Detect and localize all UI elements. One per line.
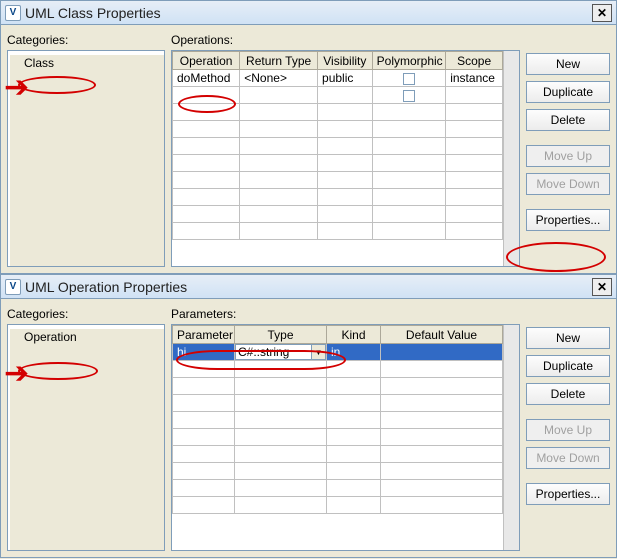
properties-button[interactable]: Properties... bbox=[526, 483, 610, 505]
dialog-uml-class-properties: V UML Class Properties ✕ Categories: Cla… bbox=[0, 0, 617, 274]
col-visibility[interactable]: Visibility bbox=[318, 52, 373, 70]
parameters-grid[interactable]: Parameter Type Kind Default Value bbox=[172, 325, 503, 514]
operations-label: Operations: bbox=[171, 33, 520, 47]
delete-button[interactable]: Delete bbox=[526, 383, 610, 405]
table-row[interactable] bbox=[173, 412, 503, 429]
new-button[interactable]: New bbox=[526, 327, 610, 349]
table-row[interactable] bbox=[173, 497, 503, 514]
dialog-title: UML Class Properties bbox=[25, 5, 161, 21]
table-row[interactable] bbox=[173, 104, 503, 121]
title-bar: V UML Class Properties ✕ bbox=[1, 1, 616, 25]
move-down-button[interactable]: Move Down bbox=[526, 173, 610, 195]
col-scope[interactable]: Scope bbox=[446, 52, 503, 70]
checkbox-icon[interactable] bbox=[403, 90, 415, 102]
table-row[interactable] bbox=[173, 189, 503, 206]
table-row[interactable] bbox=[173, 429, 503, 446]
col-parameter[interactable]: Parameter bbox=[173, 326, 235, 344]
combo-value: C#::string bbox=[236, 345, 311, 359]
operations-grid[interactable]: Operation Return Type Visibility Polymor… bbox=[172, 51, 503, 240]
duplicate-button[interactable]: Duplicate bbox=[526, 355, 610, 377]
table-row[interactable] bbox=[173, 206, 503, 223]
new-button[interactable]: New bbox=[526, 53, 610, 75]
table-row[interactable] bbox=[173, 378, 503, 395]
table-row[interactable] bbox=[173, 446, 503, 463]
col-default-value[interactable]: Default Value bbox=[381, 326, 503, 344]
categories-tree[interactable]: Operation Specification Method Parameter… bbox=[7, 324, 165, 551]
col-kind[interactable]: Kind bbox=[327, 326, 381, 344]
delete-button[interactable]: Delete bbox=[526, 109, 610, 131]
properties-button[interactable]: Properties... bbox=[526, 209, 610, 231]
col-operation[interactable]: Operation bbox=[173, 52, 240, 70]
table-row[interactable] bbox=[173, 172, 503, 189]
table-row[interactable] bbox=[173, 361, 503, 378]
close-icon: ✕ bbox=[597, 6, 607, 20]
cell-kind[interactable]: in bbox=[327, 344, 381, 361]
vertical-scrollbar[interactable] bbox=[503, 325, 519, 550]
close-button[interactable]: ✕ bbox=[592, 278, 612, 296]
cell-type[interactable]: C#::string ▼ bbox=[235, 344, 327, 361]
app-icon: V bbox=[5, 5, 21, 21]
close-button[interactable]: ✕ bbox=[592, 4, 612, 22]
table-row[interactable] bbox=[173, 223, 503, 240]
col-return-type[interactable]: Return Type bbox=[240, 52, 318, 70]
app-icon: V bbox=[5, 279, 21, 295]
categories-label: Categories: bbox=[7, 33, 165, 47]
col-type[interactable]: Type bbox=[235, 326, 327, 344]
categories-label: Categories: bbox=[7, 307, 165, 321]
table-row[interactable] bbox=[173, 395, 503, 412]
table-row[interactable] bbox=[173, 480, 503, 497]
checkbox-icon[interactable] bbox=[403, 73, 415, 85]
table-row[interactable]: hi C#::string ▼ in bbox=[173, 344, 503, 361]
cell-visibility[interactable]: public bbox=[318, 70, 373, 87]
table-row[interactable]: doMethod <None> public instance bbox=[173, 70, 503, 87]
table-row[interactable] bbox=[173, 155, 503, 172]
close-icon: ✕ bbox=[597, 280, 607, 294]
cell-default-value[interactable] bbox=[381, 344, 503, 361]
cell-operation[interactable]: doMethod bbox=[173, 70, 240, 87]
title-bar: V UML Operation Properties ✕ bbox=[1, 275, 616, 299]
categories-tree[interactable]: Class Attributes Operations Receptions T… bbox=[7, 50, 165, 267]
tree-item-operation[interactable]: Operation bbox=[10, 329, 165, 551]
parameters-label: Parameters: bbox=[171, 307, 520, 321]
vertical-scrollbar[interactable] bbox=[503, 51, 519, 266]
move-down-button[interactable]: Move Down bbox=[526, 447, 610, 469]
chevron-down-icon[interactable]: ▼ bbox=[311, 345, 325, 359]
table-row[interactable] bbox=[173, 463, 503, 480]
tree-item-class[interactable]: Class bbox=[10, 55, 165, 267]
col-polymorphic[interactable]: Polymorphic bbox=[372, 52, 446, 70]
duplicate-button[interactable]: Duplicate bbox=[526, 81, 610, 103]
move-up-button[interactable]: Move Up bbox=[526, 145, 610, 167]
dialog-uml-operation-properties: V UML Operation Properties ✕ Categories:… bbox=[0, 274, 617, 558]
cell-parameter[interactable]: hi bbox=[173, 344, 235, 361]
dialog-title: UML Operation Properties bbox=[25, 279, 187, 295]
table-row[interactable] bbox=[173, 87, 503, 104]
table-row[interactable] bbox=[173, 121, 503, 138]
move-up-button[interactable]: Move Up bbox=[526, 419, 610, 441]
table-row[interactable] bbox=[173, 138, 503, 155]
cell-polymorphic[interactable] bbox=[372, 70, 446, 87]
type-combobox[interactable]: C#::string ▼ bbox=[235, 344, 326, 360]
cell-scope[interactable]: instance bbox=[446, 70, 503, 87]
cell-return-type[interactable]: <None> bbox=[240, 70, 318, 87]
